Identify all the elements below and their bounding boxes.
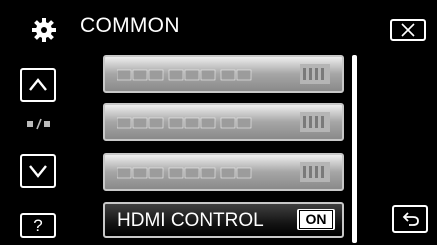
scrollbar[interactable] bbox=[352, 55, 357, 243]
state-badge-placeholder bbox=[300, 64, 330, 84]
status-badge-text: ON bbox=[299, 210, 333, 229]
state-badge-placeholder bbox=[300, 162, 330, 182]
gear-icon bbox=[32, 18, 56, 42]
back-button[interactable] bbox=[392, 205, 428, 233]
page-indicator bbox=[27, 118, 50, 130]
menu-item-label: HDMI CONTROL bbox=[117, 210, 264, 231]
chevron-up-icon bbox=[29, 78, 47, 91]
menu-item-placeholder[interactable] bbox=[103, 55, 344, 93]
close-button[interactable] bbox=[390, 19, 426, 41]
state-badge-placeholder bbox=[300, 112, 330, 132]
close-icon bbox=[401, 23, 415, 37]
return-icon bbox=[402, 212, 419, 226]
header: COMMON bbox=[0, 0, 437, 46]
status-badge: ON bbox=[297, 209, 335, 230]
garbled-label-placeholder bbox=[117, 69, 252, 81]
garbled-label-placeholder bbox=[117, 117, 252, 129]
menu-item-placeholder[interactable] bbox=[103, 103, 344, 141]
chevron-down-icon bbox=[29, 165, 47, 178]
scroll-down-button[interactable] bbox=[20, 154, 56, 188]
help-button[interactable]: ? bbox=[20, 213, 56, 238]
menu-item-hdmi-control[interactable]: HDMI CONTROL ON bbox=[103, 202, 344, 238]
garbled-label-placeholder bbox=[117, 167, 252, 179]
page-title: COMMON bbox=[80, 14, 180, 37]
scroll-up-button[interactable] bbox=[20, 68, 56, 102]
menu-item-placeholder[interactable] bbox=[103, 153, 344, 191]
